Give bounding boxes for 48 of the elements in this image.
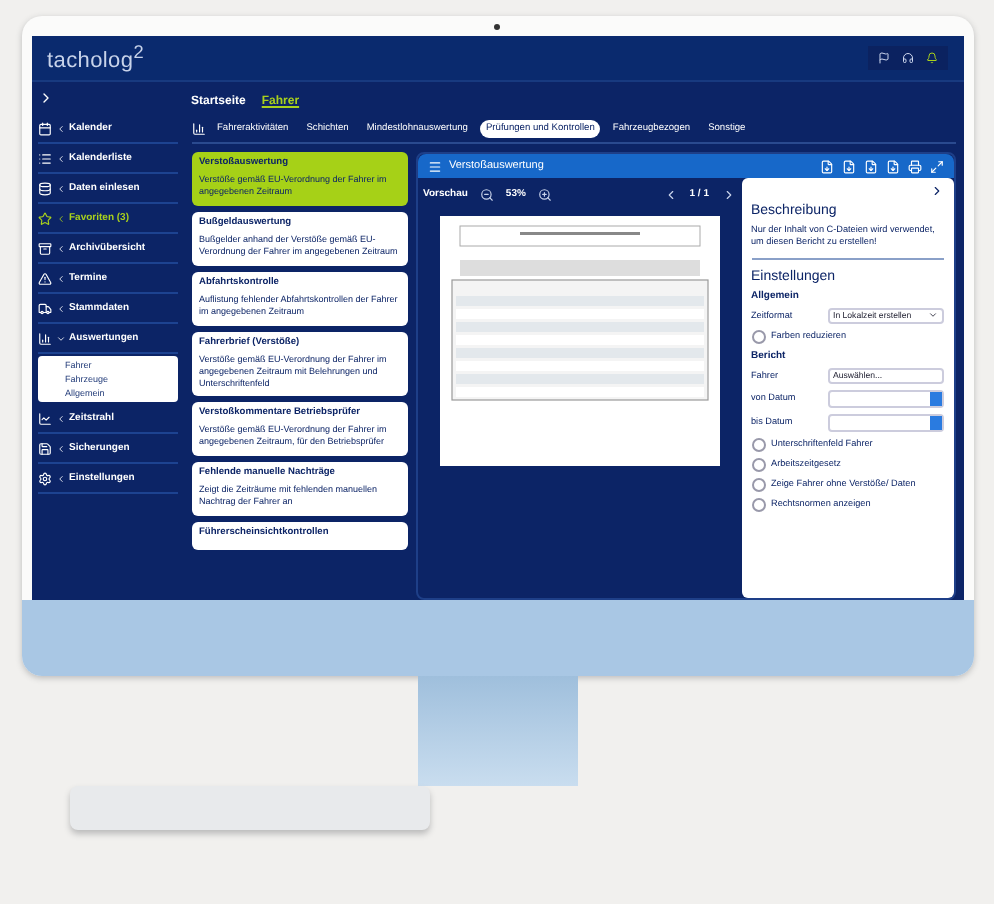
date-field[interactable] — [827, 389, 943, 408]
previous-page-icon[interactable] — [663, 187, 678, 201]
save-icon — [37, 441, 51, 455]
camera-icon — [494, 23, 500, 29]
chevron-left-icon — [55, 413, 65, 423]
chevron-left-icon — [55, 183, 65, 193]
chevron-left-icon — [55, 243, 65, 253]
line-chart-icon — [37, 411, 51, 425]
chevron-left-icon — [55, 473, 65, 483]
chevron-left-icon — [55, 303, 65, 313]
settings-icon — [37, 471, 51, 485]
fullscreen-icon[interactable] — [929, 159, 943, 173]
menu-icon[interactable] — [427, 159, 441, 173]
bar-chart-icon — [37, 331, 51, 345]
chevron-left-icon — [55, 443, 65, 453]
zoom-out-icon[interactable] — [479, 187, 494, 201]
file-export-icon[interactable] — [885, 159, 899, 173]
logo: tacholog$^{2}$ — [47, 42, 144, 74]
caret-icon — [927, 310, 937, 321]
flag-icon[interactable] — [877, 52, 889, 64]
database-icon — [37, 181, 51, 195]
star-icon — [37, 211, 51, 225]
zoom-in-icon[interactable] — [537, 187, 552, 201]
chevron-left-icon — [55, 273, 65, 283]
chevron-left-icon — [55, 123, 65, 133]
radio-button[interactable] — [751, 329, 765, 344]
file-export-icon[interactable] — [841, 159, 855, 173]
next-page-icon[interactable] — [721, 187, 735, 201]
chevron-right-icon[interactable] — [929, 184, 943, 198]
truck-icon — [37, 301, 51, 315]
print-icon[interactable] — [907, 159, 921, 173]
chevron-down-icon — [55, 333, 65, 343]
archive-icon — [37, 241, 51, 255]
calendar-icon — [37, 121, 51, 135]
radio-button[interactable] — [751, 457, 765, 472]
headphones-icon[interactable] — [901, 52, 913, 64]
file-export-icon[interactable] — [863, 159, 877, 173]
list-icon — [37, 151, 51, 165]
file-export-icon[interactable] — [819, 159, 833, 173]
radio-button[interactable] — [751, 437, 765, 452]
date-field[interactable] — [827, 413, 943, 432]
radio-button[interactable] — [751, 477, 765, 492]
bell-icon[interactable] — [925, 52, 937, 64]
chevron-left-icon — [55, 153, 65, 163]
radio-button[interactable] — [751, 497, 765, 512]
chevron-left-icon — [55, 213, 65, 223]
warning-icon — [37, 271, 51, 285]
bar-chart-icon — [191, 121, 205, 135]
